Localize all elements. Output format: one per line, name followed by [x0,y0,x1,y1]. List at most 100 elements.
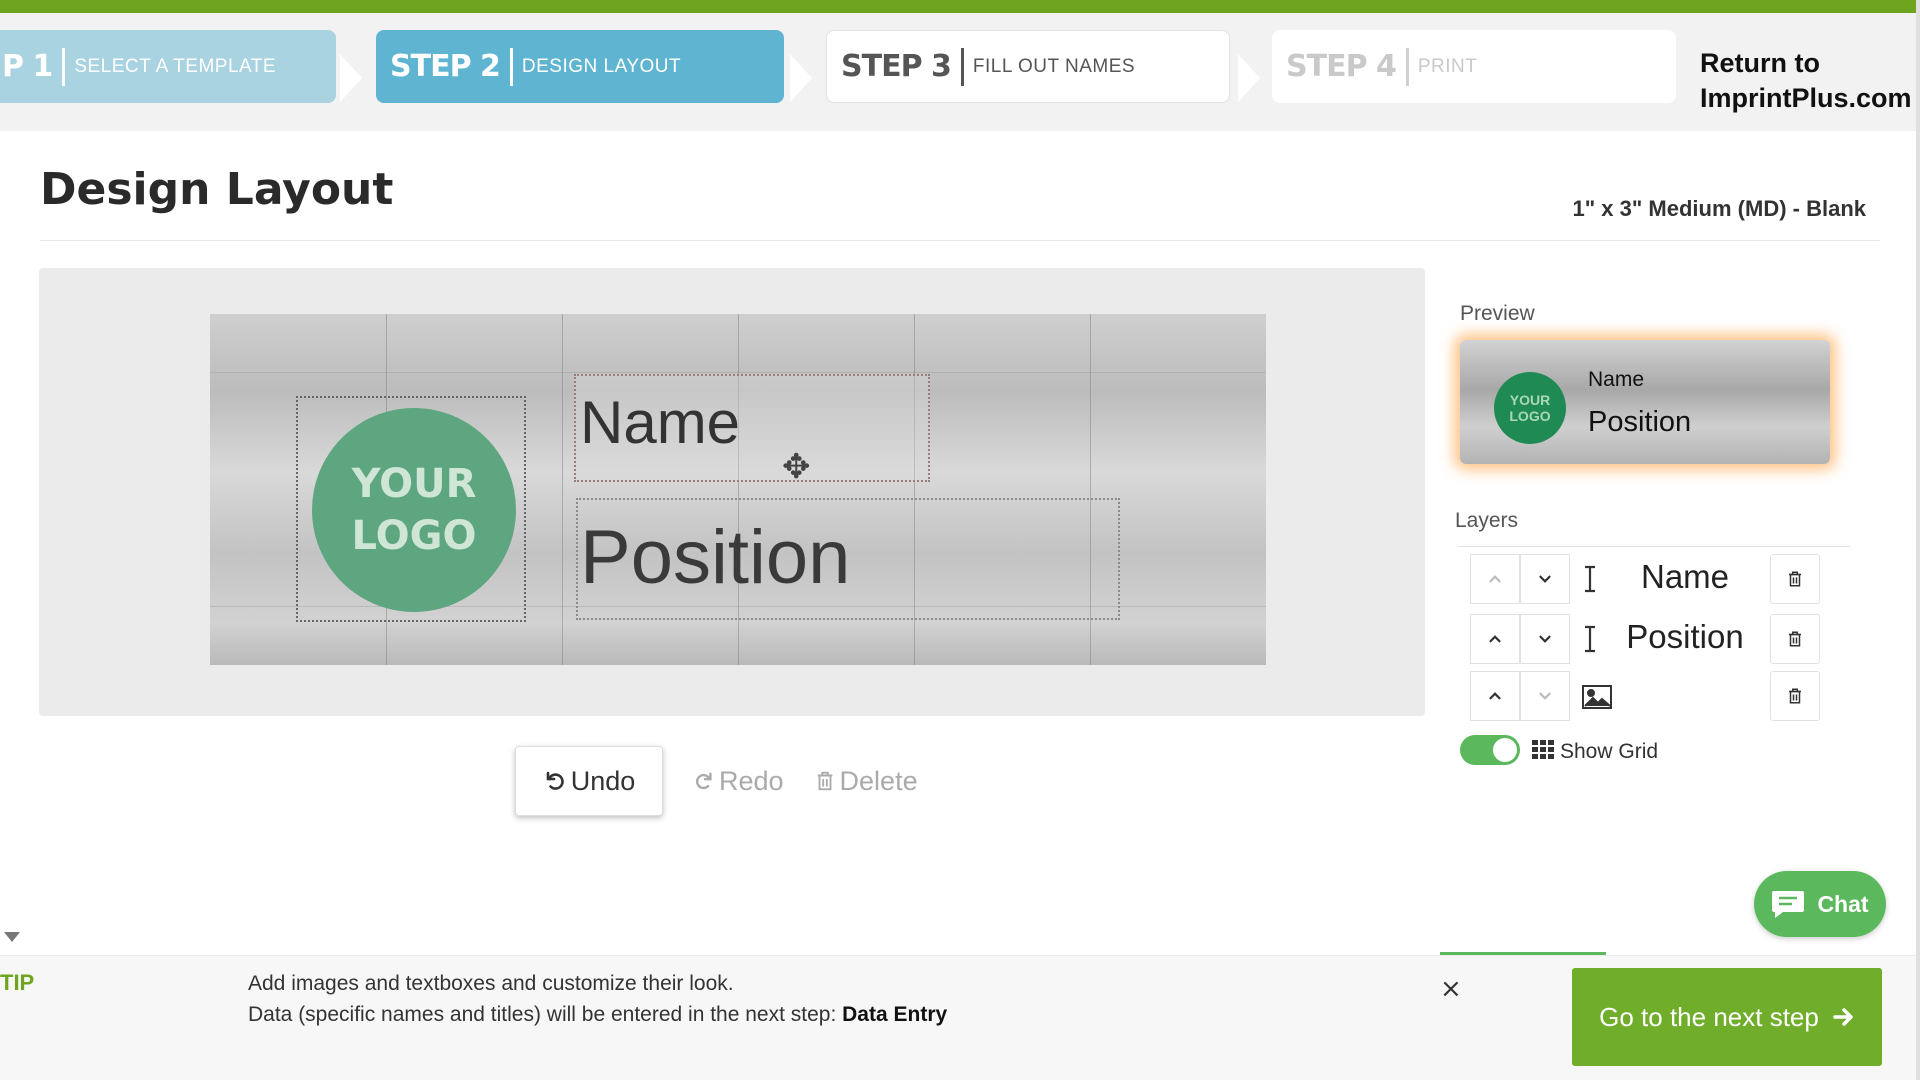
step-4-print: STEP 4 PRINT [1272,30,1676,103]
return-line-2: ImprintPlus.com [1700,83,1912,113]
tip-line-2-prefix: Data (specific names and titles) will be… [248,1003,843,1026]
edit-actions: Undo Redo Delete [515,746,918,816]
toggle-knob [1493,738,1517,762]
badge-preview: YOUR LOGO Name Position [1460,340,1830,464]
name-text: Name [580,389,741,456]
collapse-caret-icon[interactable] [4,932,20,942]
chevron-down-icon [1539,575,1551,583]
chevron-up-icon [1489,635,1501,643]
step-arrow-icon [340,54,362,102]
trash-icon [817,771,832,791]
preview-logo: YOUR LOGO [1494,372,1566,444]
step-divider [1405,47,1409,86]
trash-icon [1789,571,1801,587]
layer-delete-button[interactable] [1770,614,1820,664]
delete-label: Delete [839,765,918,796]
logo-element[interactable]: YOUR LOGO [296,396,526,622]
chevron-down-icon [1539,635,1551,643]
grid-line [562,314,563,665]
layer-up-button[interactable] [1470,614,1520,664]
step-divider [62,47,66,86]
position-textbox[interactable]: Position [576,498,1120,620]
arrow-right-icon [1833,1008,1853,1026]
chevron-up-icon [1489,692,1501,700]
show-grid-label[interactable]: Show Grid [1560,740,1658,764]
next-step-button[interactable]: Go to the next step [1572,968,1882,1066]
preview-logo-line-1: YOUR [1509,392,1551,408]
step-number: STEP 4 [1286,49,1397,84]
grid-icon [1532,740,1554,759]
delete-button[interactable]: Delete [814,746,918,816]
layer-down-button[interactable] [1520,671,1570,721]
product-size-label: 1" x 3" Medium (MD) - Blank [1572,196,1866,221]
tip-line-1: Add images and textboxes and customize t… [248,972,734,995]
step-label: PRINT [1417,55,1478,77]
show-grid-toggle[interactable] [1460,735,1520,765]
step-divider [960,47,964,86]
layer-row-position[interactable]: Position [1470,614,1830,664]
layer-row-name[interactable]: Name [1470,554,1830,604]
step-label: FILL OUT NAMES [972,55,1136,77]
step-label: SELECT A TEMPLATE [74,55,277,77]
steps-bar: P 1 SELECT A TEMPLATE STEP 2 DESIGN LAYO… [0,13,1920,131]
title-divider [40,240,1880,241]
tip-label: TIP [0,970,35,995]
layers-heading: Layers [1455,509,1519,532]
step-2-design-layout[interactable]: STEP 2 DESIGN LAYOUT [376,30,784,103]
redo-button[interactable]: Redo [693,746,784,816]
layer-row-image[interactable] [1470,671,1830,721]
return-to-site-link[interactable]: Return to ImprintPlus.com [1700,46,1912,116]
layer-up-button[interactable] [1470,671,1520,721]
grid-line [210,372,1266,373]
undo-icon [546,771,564,790]
step-arrow-icon [790,54,812,102]
top-accent-bar [0,0,1920,13]
preview-heading: Preview [1460,302,1535,325]
redo-icon [695,772,712,790]
tip-line-2: Data (specific names and titles) will be… [248,999,947,1030]
redo-label: Redo [719,765,784,796]
undo-button[interactable]: Undo [515,746,663,816]
step-label: DESIGN LAYOUT [521,55,682,77]
logo-placeholder: YOUR LOGO [312,408,516,612]
text-cursor-icon [1585,625,1595,653]
step-1-select-template[interactable]: P 1 SELECT A TEMPLATE [0,30,336,103]
trash-icon [1789,688,1801,704]
logo-line-1: YOUR [351,461,477,507]
layer-down-button[interactable] [1520,614,1570,664]
chat-label: Chat [1817,890,1869,917]
text-cursor-icon [1585,565,1595,593]
layer-name: Position [1626,618,1744,655]
tip-data-entry: Data Entry [842,1003,948,1026]
layer-down-button[interactable] [1520,554,1570,604]
layer-up-button[interactable] [1470,554,1520,604]
chevron-down-icon [1539,692,1551,700]
next-step-label: Go to the next step [1599,1001,1819,1032]
step-number: P 1 [2,49,53,84]
preview-position: Position [1588,406,1692,438]
step-number: STEP 2 [390,49,501,84]
layers-divider [1458,546,1850,547]
tip-text: Add images and textboxes and customize t… [248,968,947,1030]
trash-icon [1789,631,1801,647]
step-3-fill-out-names[interactable]: STEP 3 FILL OUT NAMES [826,30,1230,103]
layer-delete-button[interactable] [1770,554,1820,604]
chat-button[interactable]: Chat [1754,871,1886,937]
name-textbox[interactable]: Name [574,374,930,482]
move-cursor-icon: ✥ [782,448,811,486]
step-divider [509,47,513,86]
step-arrow-icon [1238,54,1260,102]
layer-delete-button[interactable] [1770,671,1820,721]
layer-name: Name [1640,558,1730,595]
page-title: Design Layout [40,164,394,215]
chevron-up-icon [1489,575,1501,583]
tip-close-button[interactable]: × [1440,974,1462,1004]
preview-name: Name [1588,368,1645,391]
undo-label: Undo [570,765,636,796]
return-line-1: Return to [1700,48,1820,78]
image-icon [1582,685,1612,709]
badge-canvas[interactable]: YOUR LOGO Name Position ✥ [210,314,1266,665]
chat-bubble-icon [1772,891,1805,918]
position-text: Position [580,515,851,600]
logo-line-2: LOGO [351,513,477,559]
